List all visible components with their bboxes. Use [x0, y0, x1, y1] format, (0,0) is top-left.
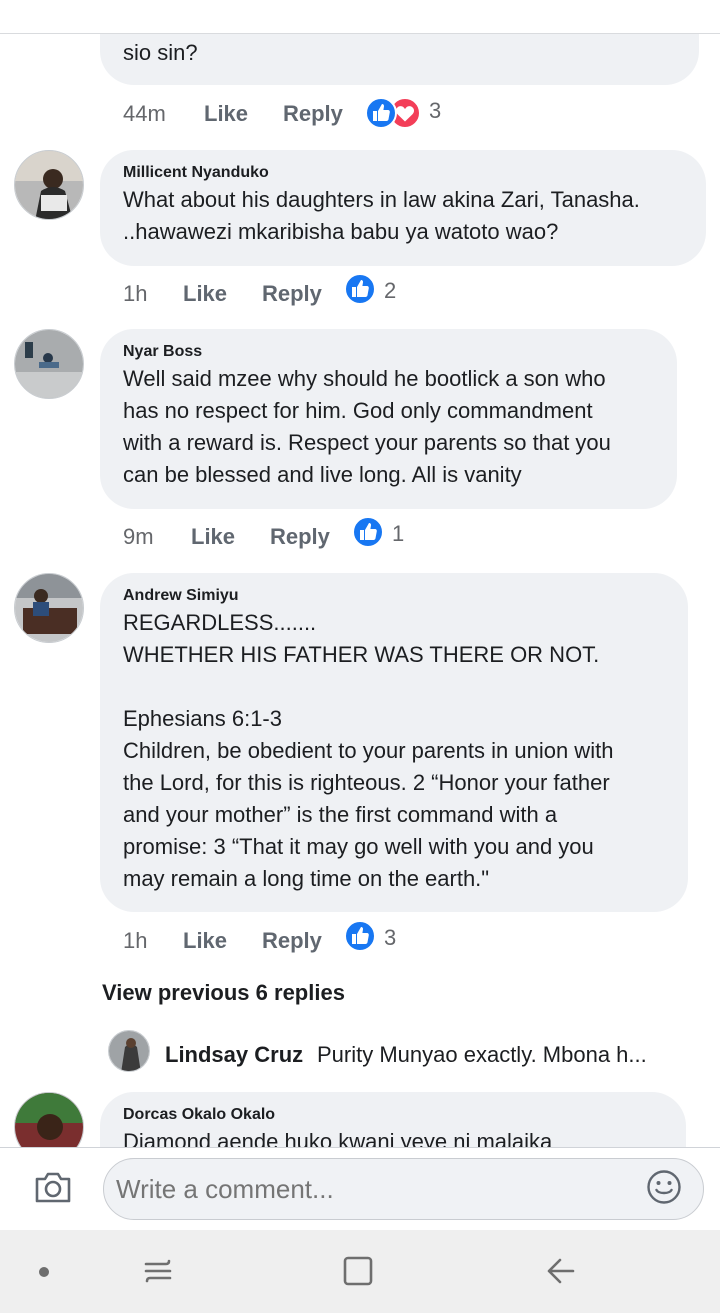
like-button[interactable]: Like — [191, 522, 235, 552]
reaction-count: 3 — [384, 925, 397, 950]
avatar[interactable] — [14, 573, 84, 643]
reply-button[interactable]: Reply — [270, 522, 330, 552]
comment-text: Well said mzee why should he bootlick a … — [123, 366, 611, 487]
recent-apps-icon[interactable] — [142, 1255, 174, 1287]
avatar[interactable] — [14, 150, 84, 220]
reply-button[interactable]: Reply — [262, 279, 322, 309]
back-icon[interactable] — [544, 1255, 576, 1287]
reply-text: Purity Munyao exactly. Mbona h... — [317, 1042, 647, 1067]
reaction-count: 3 — [429, 98, 442, 123]
comment-actions: 44m Like Reply 3 — [123, 97, 463, 129]
comment-bubble[interactable]: Nyar Boss Well said mzee why should he b… — [100, 329, 677, 509]
like-icon — [344, 920, 376, 952]
home-icon[interactable] — [342, 1255, 374, 1287]
comment-text: sio sin? — [123, 40, 198, 65]
comment-text: REGARDLESS....... WHETHER HIS FATHER WAS… — [123, 610, 614, 891]
reply-preview[interactable]: Lindsay Cruz Purity Munyao exactly. Mbon… — [108, 1030, 708, 1074]
comments-feed: sio sin? 44m Like Reply 3 Millicent Nyan… — [0, 0, 720, 1147]
comment-bubble[interactable]: Dorcas Okalo Okalo Diamond aende huko kw… — [100, 1092, 686, 1147]
like-button[interactable]: Like — [204, 99, 248, 129]
reaction-count: 1 — [392, 521, 405, 546]
reply-button[interactable]: Reply — [283, 99, 343, 129]
avatar[interactable] — [108, 1030, 150, 1072]
dot-icon[interactable] — [37, 1265, 51, 1279]
comment-author[interactable]: Millicent Nyanduko — [123, 162, 684, 184]
top-edge — [0, 0, 720, 34]
view-previous-replies-link[interactable]: View previous 6 replies — [102, 979, 345, 1007]
comment-time: 1h — [123, 281, 148, 306]
comment-bubble[interactable]: Andrew Simiyu REGARDLESS....... WHETHER … — [100, 573, 688, 912]
comment-time: 9m — [123, 524, 154, 549]
smiley-icon[interactable] — [646, 1169, 682, 1205]
comment-bubble[interactable]: Millicent Nyanduko What about his daught… — [100, 150, 706, 266]
comment-author[interactable]: Andrew Simiyu — [123, 585, 666, 607]
comment-time: 44m — [123, 101, 166, 126]
comment-actions: 1h Like Reply 3 — [123, 920, 423, 956]
comment-text: Diamond aende huko kwani yeye ni malaika — [123, 1129, 553, 1147]
avatar[interactable] — [14, 1092, 84, 1147]
like-icon — [344, 273, 376, 305]
reply-author[interactable]: Lindsay Cruz — [165, 1041, 303, 1069]
system-nav-bar — [0, 1230, 720, 1313]
like-button[interactable]: Like — [183, 279, 227, 309]
like-icon — [352, 516, 384, 548]
like-icon — [365, 97, 397, 129]
comment-author[interactable]: Dorcas Okalo Okalo — [123, 1104, 664, 1126]
avatar[interactable] — [14, 329, 84, 399]
comment-input[interactable] — [103, 1158, 704, 1220]
comment-time: 1h — [123, 928, 148, 953]
reply-button[interactable]: Reply — [262, 926, 322, 956]
comment-author[interactable]: Nyar Boss — [123, 341, 655, 363]
like-button[interactable]: Like — [183, 926, 227, 956]
camera-icon[interactable] — [34, 1170, 72, 1204]
reaction-count: 2 — [384, 278, 397, 303]
comment-composer — [0, 1147, 720, 1230]
comment-actions: 9m Like Reply 1 — [123, 516, 423, 552]
comment-actions: 1h Like Reply 2 — [123, 273, 423, 309]
comment-text: What about his daughters in law akina Za… — [123, 187, 640, 244]
